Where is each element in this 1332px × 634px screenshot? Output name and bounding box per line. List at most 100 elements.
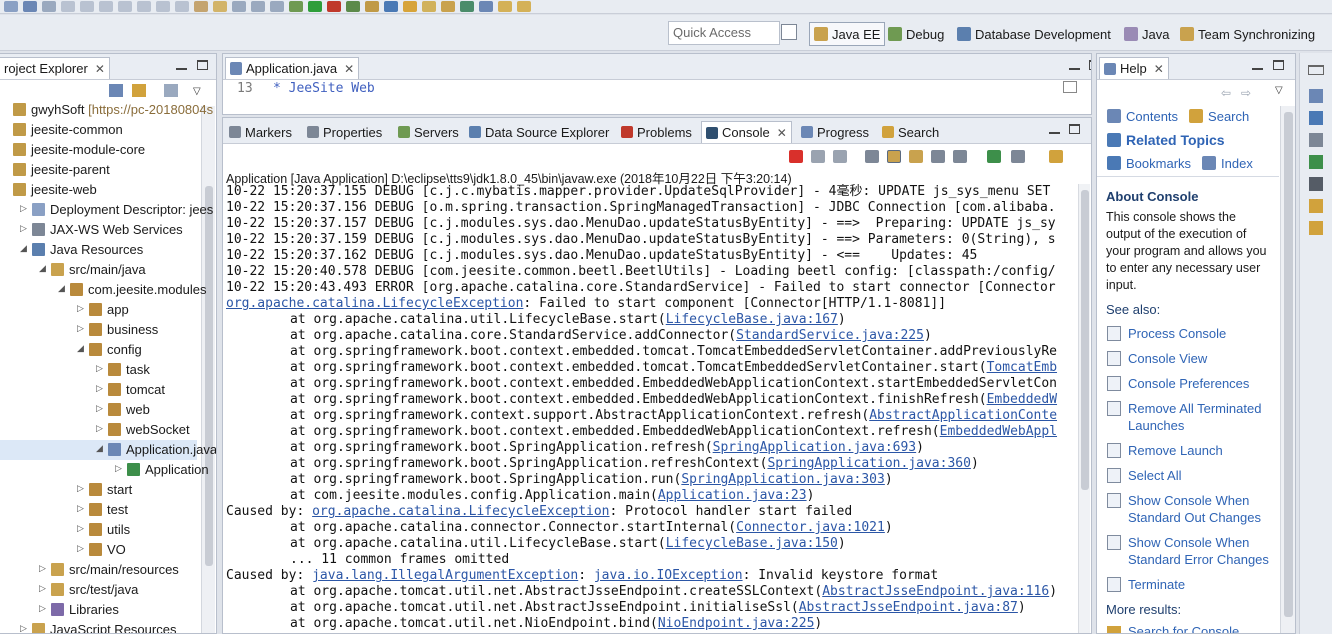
- collapsed-arrow-icon[interactable]: ▷: [20, 623, 27, 633]
- collapsed-arrow-icon[interactable]: ▷: [96, 363, 103, 374]
- tab-project-explorer[interactable]: roject Explorer ✕: [0, 57, 110, 79]
- tree-item[interactable]: ▷ start: [0, 480, 197, 500]
- restore-icon[interactable]: [1308, 65, 1324, 75]
- tree-item[interactable]: ▷ JAX-WS Web Services: [0, 220, 197, 240]
- toolbar-stop-icon[interactable]: [270, 1, 284, 12]
- collapsed-arrow-icon[interactable]: ▷: [39, 603, 46, 614]
- tree-item[interactable]: ◢ config: [0, 340, 197, 360]
- stacktrace-link[interactable]: NioEndpoint.java:225: [658, 616, 815, 631]
- help-topic-link[interactable]: Select All: [1128, 467, 1276, 484]
- tree-item[interactable]: ▷ app: [0, 300, 197, 320]
- collapsed-arrow-icon[interactable]: ▷: [77, 303, 84, 314]
- help-index-link[interactable]: Index: [1221, 156, 1253, 171]
- stacktrace-link[interactable]: LifecycleBase.java:167: [666, 312, 838, 327]
- collapsed-arrow-icon[interactable]: ▷: [77, 483, 84, 494]
- stacktrace-link[interactable]: Connector.java:1021: [736, 520, 885, 535]
- toolbar-suspend-icon[interactable]: [99, 1, 113, 12]
- tab-servers[interactable]: Servers: [394, 121, 463, 143]
- overview-ruler-icon[interactable]: [1063, 81, 1077, 93]
- stacktrace-link[interactable]: SpringApplication.java:360: [767, 456, 971, 471]
- tree-item[interactable]: ▷ src/main/resources: [0, 560, 197, 580]
- tree-item[interactable]: gwyhSoft [https://pc-20180804s: [0, 100, 213, 120]
- close-icon[interactable]: ✕: [344, 62, 354, 76]
- toolbar-new-java-project-icon[interactable]: [346, 1, 360, 12]
- page-icon[interactable]: [1309, 133, 1323, 147]
- toolbar-edit-icon[interactable]: [441, 1, 455, 12]
- help-scrollbar[interactable]: [1280, 106, 1295, 633]
- help-topic-link[interactable]: Console Preferences: [1128, 375, 1276, 392]
- tree-item[interactable]: jeesite-common: [0, 120, 197, 140]
- help-search-console-link[interactable]: Search for Console: [1128, 624, 1239, 633]
- scrollbar-thumb[interactable]: [205, 186, 213, 566]
- toolbar-annotation-icon[interactable]: [479, 1, 493, 12]
- perspective-team-synchronizing[interactable]: Team Synchronizing: [1180, 22, 1315, 46]
- toolbar-globe-icon[interactable]: [460, 1, 474, 12]
- snippets-icon[interactable]: [1309, 199, 1323, 213]
- tree-item[interactable]: ▷ web: [0, 400, 197, 420]
- stacktrace-link[interactable]: TomcatEmb: [987, 360, 1057, 375]
- collapsed-arrow-icon[interactable]: ▷: [96, 423, 103, 434]
- tree-item[interactable]: ▷ Libraries: [0, 600, 197, 620]
- toolbar-open-type-icon[interactable]: [403, 1, 417, 12]
- collapsed-arrow-icon[interactable]: ▷: [96, 383, 103, 394]
- tree-item[interactable]: ◢ com.jeesite.modules: [0, 280, 207, 300]
- palette-icon[interactable]: [1309, 221, 1323, 235]
- tree-item[interactable]: ▷ JavaScript Resources: [0, 620, 197, 633]
- collapsed-arrow-icon[interactable]: ▷: [39, 583, 46, 594]
- close-icon[interactable]: ✕: [777, 126, 787, 140]
- collapse-all-icon[interactable]: [109, 84, 123, 97]
- link-with-editor-icon[interactable]: [132, 84, 146, 97]
- collapsed-arrow-icon[interactable]: ▷: [77, 323, 84, 334]
- tree-item[interactable]: ◢ Application.java: [0, 440, 216, 460]
- tree-item[interactable]: ▷ Application: [0, 460, 209, 480]
- help-search-link[interactable]: Search: [1208, 109, 1249, 124]
- collapsed-arrow-icon[interactable]: ▷: [115, 463, 122, 474]
- console-output[interactable]: 10-22 15:20:37.155 DEBUG [c.j.c.mybatis.…: [226, 184, 1077, 633]
- tab-search[interactable]: Search: [878, 121, 943, 143]
- console-scrollbar[interactable]: [1078, 184, 1090, 633]
- collapsed-arrow-icon[interactable]: ▷: [77, 503, 84, 514]
- tree-item[interactable]: jeesite-module-core: [0, 140, 197, 160]
- stacktrace-link[interactable]: AbstractJsseEndpoint.java:87: [799, 600, 1018, 615]
- tab-progress[interactable]: Progress: [797, 121, 873, 143]
- toolbar-open-task-icon[interactable]: [422, 1, 436, 12]
- help-topic-link[interactable]: Show Console When Standard Out Changes: [1128, 492, 1276, 526]
- minimize-icon[interactable]: [176, 64, 187, 70]
- outline-icon[interactable]: [1309, 89, 1323, 103]
- tree-item[interactable]: ▷ tomcat: [0, 380, 197, 400]
- scrollbar-thumb[interactable]: [1081, 190, 1089, 490]
- maximize-icon[interactable]: [1273, 60, 1284, 70]
- toolbar-save-icon[interactable]: [23, 1, 37, 12]
- tree-item[interactable]: ◢ src/main/java: [0, 260, 197, 280]
- open-console-icon[interactable]: [1049, 150, 1063, 163]
- tab-markers[interactable]: Markers: [225, 121, 296, 143]
- chevron-down-icon[interactable]: ▽: [193, 86, 201, 97]
- perspective-database-development[interactable]: Database Development: [957, 22, 1111, 46]
- chevron-down-icon[interactable]: ▽: [1275, 85, 1283, 96]
- help-related-topics-link[interactable]: Related Topics: [1126, 132, 1225, 148]
- history-icon[interactable]: [1309, 177, 1323, 191]
- toolbar-server-icon[interactable]: [194, 1, 208, 12]
- stacktrace-link[interactable]: EmbeddedWebAppl: [940, 424, 1057, 439]
- tab-data-source-explorer[interactable]: Data Source Explorer: [465, 121, 613, 143]
- toolbar-run-icon[interactable]: [308, 1, 322, 12]
- close-icon[interactable]: ✕: [95, 62, 105, 76]
- toolbar-pause-icon[interactable]: [251, 1, 265, 12]
- help-topic-link[interactable]: Show Console When Standard Error Changes: [1128, 534, 1276, 568]
- remove-all-terminated-icon[interactable]: [833, 150, 847, 163]
- toolbar-resume-icon[interactable]: [80, 1, 94, 12]
- help-topic-link[interactable]: Process Console: [1128, 325, 1276, 342]
- clear-console-icon[interactable]: [865, 150, 879, 163]
- stacktrace-link[interactable]: EmbeddedW: [987, 392, 1057, 407]
- show-on-out-icon[interactable]: [931, 150, 945, 163]
- expanded-arrow-icon[interactable]: ◢: [39, 263, 46, 274]
- tree-item[interactable]: ▷ business: [0, 320, 197, 340]
- help-topic-link[interactable]: Remove All Terminated Launches: [1128, 400, 1276, 434]
- remove-launch-icon[interactable]: [811, 150, 825, 163]
- maximize-icon[interactable]: [1089, 60, 1091, 70]
- tree-item[interactable]: ▷ Deployment Descriptor: jees: [0, 200, 213, 220]
- perspective-debug[interactable]: Debug: [888, 22, 944, 46]
- maximize-icon[interactable]: [1069, 124, 1080, 134]
- stacktrace-link[interactable]: AbstractEndpoint.java:1150: [697, 632, 901, 633]
- tree-item[interactable]: ▷ utils: [0, 520, 197, 540]
